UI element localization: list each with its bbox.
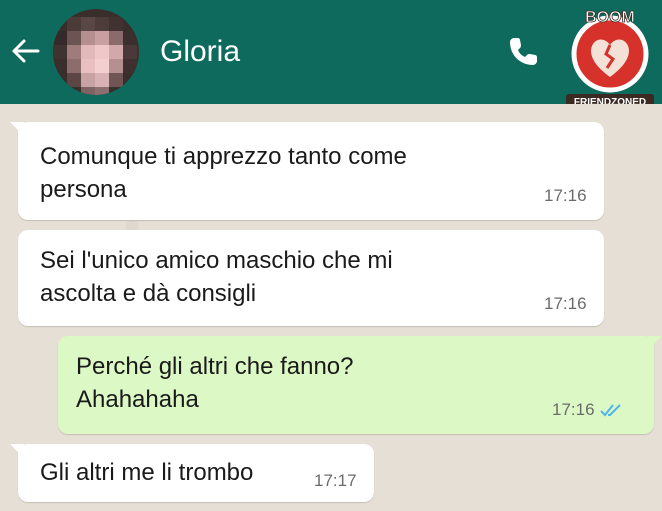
back-arrow-icon[interactable] (8, 34, 42, 68)
avatar[interactable] (53, 9, 139, 95)
message-bubble-incoming[interactable]: Comunque ti apprezzo tanto come persona … (10, 122, 604, 220)
message-time: 17:16 (544, 186, 587, 205)
message-text-line: Perché gli altri che fanno? (76, 353, 354, 380)
message-text-line: Ahahahaha (76, 386, 199, 413)
message-text-line: ascolta e dà consigli (40, 280, 257, 307)
message-bubble-incoming[interactable]: Gli altri me li trombo 17:17 (10, 444, 374, 502)
message-bubble-incoming[interactable]: Sei l'unico amico maschio che mi ascolta… (18, 230, 604, 326)
message-text-line: Gli altri me li trombo (40, 459, 254, 486)
message-text-line: Sei l'unico amico maschio che mi (40, 247, 393, 274)
message-time: 17:16 (544, 294, 587, 313)
friendzoned-badge: BOOM FRIENDZONED (566, 9, 654, 108)
message-time: 17:16 (552, 400, 595, 419)
contact-name[interactable]: Gloria (160, 34, 240, 70)
message-time: 17:17 (314, 471, 357, 490)
message-bubble-outgoing[interactable]: Perché gli altri che fanno? Ahahahaha 17… (58, 336, 662, 434)
message-text-line: Comunque ti apprezzo tanto come (40, 143, 407, 170)
message-text-line: persona (40, 176, 127, 203)
chat-header: Gloria BOOM FRIENDZONED (0, 0, 662, 108)
read-receipt-icon (600, 404, 621, 417)
phone-icon[interactable] (505, 34, 541, 70)
badge-top-text: BOOM (585, 9, 635, 26)
chat-area[interactable]: Comunque ti apprezzo tanto come persona … (0, 104, 662, 511)
